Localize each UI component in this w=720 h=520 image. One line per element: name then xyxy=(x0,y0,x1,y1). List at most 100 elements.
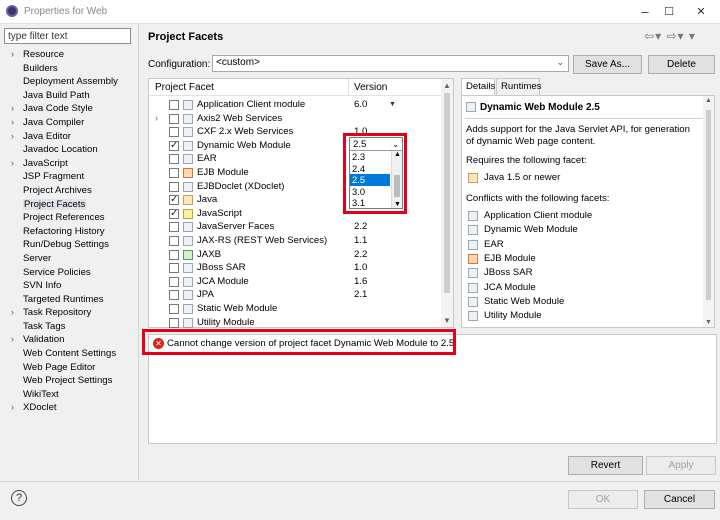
sidebar-item[interactable]: Project References xyxy=(4,211,136,225)
facet-checkbox[interactable] xyxy=(169,168,179,178)
sidebar-item[interactable]: Java Build Path xyxy=(4,89,136,103)
facet-checkbox[interactable] xyxy=(169,100,179,110)
facet-version[interactable]: 2.1 xyxy=(354,288,367,302)
chevron-right-icon[interactable]: › xyxy=(11,157,14,171)
sidebar-item[interactable]: Service Policies xyxy=(4,266,136,280)
apply-button[interactable]: Apply xyxy=(646,456,716,475)
sidebar-item[interactable]: Run/Debug Settings xyxy=(4,238,136,252)
sidebar-item[interactable]: › JavaScript xyxy=(4,157,136,171)
sidebar-item[interactable]: Javadoc Location xyxy=(4,143,136,157)
help-icon[interactable]: ? xyxy=(11,490,27,506)
facet-row[interactable]: JAXB 2.2 xyxy=(149,248,443,262)
sidebar-item[interactable]: › Java Code Style xyxy=(4,102,136,116)
sidebar-item[interactable]: Builders xyxy=(4,62,136,76)
chevron-right-icon[interactable]: › xyxy=(11,306,14,320)
facet-version[interactable]: 2.2 xyxy=(354,220,367,234)
chevron-down-icon[interactable]: ▼ xyxy=(389,98,396,112)
facet-row[interactable]: › Axis2 Web Services xyxy=(149,112,443,126)
sidebar-item[interactable]: JSP Fragment xyxy=(4,170,136,184)
chevron-right-icon[interactable]: › xyxy=(11,102,14,116)
configuration-select[interactable]: <custom> ⌄ xyxy=(212,55,569,72)
facet-checkbox[interactable] xyxy=(169,193,179,207)
scrollbar-thumb[interactable] xyxy=(706,110,711,300)
facet-row[interactable]: Utility Module xyxy=(149,316,443,330)
sidebar-item[interactable]: SVN Info xyxy=(4,279,136,293)
facet-row[interactable]: JavaServer Faces 2.2 xyxy=(149,220,443,234)
facet-version[interactable]: 1.6 xyxy=(354,275,367,289)
sidebar-item[interactable]: Deployment Assembly xyxy=(4,75,136,89)
sidebar-item[interactable]: Task Tags xyxy=(4,320,136,334)
forward-arrow-icon[interactable]: ⇨ xyxy=(666,29,677,43)
sidebar-item[interactable]: › XDoclet xyxy=(4,401,136,415)
facet-checkbox[interactable] xyxy=(169,181,179,192)
facet-version[interactable]: 6.0 xyxy=(354,98,367,112)
sidebar-item[interactable]: Server xyxy=(4,252,136,266)
facet-checkbox[interactable] xyxy=(169,304,179,314)
scroll-down-icon[interactable]: ▼ xyxy=(705,319,712,326)
revert-button[interactable]: Revert xyxy=(568,456,643,475)
facet-checkbox[interactable] xyxy=(169,127,179,138)
chevron-right-icon[interactable]: › xyxy=(11,333,14,347)
facet-version[interactable]: 1.0 xyxy=(354,261,367,275)
facet-row[interactable]: JPA 2.1 xyxy=(149,288,443,302)
tab-details[interactable]: Details xyxy=(461,78,495,96)
filter-input[interactable] xyxy=(4,28,131,44)
sidebar-item[interactable]: › Resource xyxy=(4,48,136,62)
facet-row[interactable]: JAX-RS (REST Web Services) 1.1 xyxy=(149,234,443,248)
sidebar-item[interactable]: › Task Repository xyxy=(4,306,136,320)
minimize-button[interactable]: – xyxy=(636,3,654,21)
column-header-facet[interactable]: Project Facet xyxy=(155,82,214,93)
ok-button[interactable]: OK xyxy=(568,490,638,509)
maximize-button[interactable]: ☐ xyxy=(660,3,678,21)
facet-checkbox[interactable] xyxy=(169,263,179,274)
scrollbar-thumb[interactable] xyxy=(444,93,450,293)
chevron-right-icon[interactable]: › xyxy=(11,130,14,144)
column-divider[interactable] xyxy=(348,79,349,96)
facet-checkbox[interactable] xyxy=(169,317,179,328)
facet-row[interactable]: JCA Module 1.6 xyxy=(149,275,443,289)
delete-button[interactable]: Delete xyxy=(648,55,715,74)
facet-checkbox[interactable] xyxy=(169,222,179,233)
facet-scrollbar[interactable]: ▲ ▼ xyxy=(441,79,453,327)
facet-version[interactable]: 1.1 xyxy=(354,234,367,248)
sidebar-item[interactable]: Refactoring History xyxy=(4,225,136,239)
sidebar-item[interactable]: › Java Compiler xyxy=(4,116,136,130)
sidebar-item[interactable]: Targeted Runtimes xyxy=(4,293,136,307)
facet-checkbox[interactable] xyxy=(169,290,179,301)
chevron-right-icon[interactable]: › xyxy=(11,116,14,130)
facet-checkbox[interactable] xyxy=(169,154,179,165)
facet-checkbox[interactable] xyxy=(169,236,179,246)
chevron-right-icon[interactable]: › xyxy=(155,112,158,126)
facet-row[interactable]: JBoss SAR 1.0 xyxy=(149,261,443,275)
chevron-right-icon[interactable]: › xyxy=(11,401,14,415)
scroll-down-icon[interactable]: ▼ xyxy=(443,316,451,325)
cancel-button[interactable]: Cancel xyxy=(644,490,715,509)
save-as-button[interactable]: Save As... xyxy=(573,55,642,74)
forward-menu-icon[interactable]: ▾ xyxy=(678,29,685,43)
sidebar-item[interactable]: WikiText xyxy=(4,388,136,402)
sidebar-item[interactable]: Project Archives xyxy=(4,184,136,198)
view-menu-icon[interactable]: ▾ xyxy=(689,29,696,43)
scroll-up-icon[interactable]: ▲ xyxy=(443,81,451,90)
facet-checkbox[interactable] xyxy=(169,207,179,220)
back-menu-icon[interactable]: ▾ xyxy=(655,29,662,43)
column-header-version[interactable]: Version xyxy=(354,82,387,93)
sidebar-item[interactable]: Web Content Settings xyxy=(4,347,136,361)
sidebar-item[interactable]: › Validation xyxy=(4,333,136,347)
sidebar-item[interactable]: Project Facets xyxy=(4,198,136,212)
facet-checkbox[interactable] xyxy=(169,139,179,152)
facet-row[interactable]: Static Web Module xyxy=(149,302,443,316)
chevron-right-icon[interactable]: › xyxy=(11,48,14,62)
sidebar-item[interactable]: › Java Editor xyxy=(4,130,136,144)
facet-version[interactable]: 2.2 xyxy=(354,248,367,262)
facet-checkbox[interactable] xyxy=(169,276,179,287)
sidebar-item[interactable]: Web Project Settings xyxy=(4,374,136,388)
close-button[interactable]: ✕ xyxy=(692,3,710,21)
back-arrow-icon[interactable]: ⇦ xyxy=(644,29,655,43)
facet-row[interactable]: Application Client module 6.0 ▼ xyxy=(149,98,443,112)
sidebar-item[interactable]: Web Page Editor xyxy=(4,361,136,375)
sash-divider[interactable] xyxy=(138,24,139,480)
details-scrollbar[interactable]: ▲ ▼ xyxy=(703,96,714,327)
facet-checkbox[interactable] xyxy=(169,113,179,124)
tab-runtimes[interactable]: Runtimes xyxy=(496,78,542,96)
